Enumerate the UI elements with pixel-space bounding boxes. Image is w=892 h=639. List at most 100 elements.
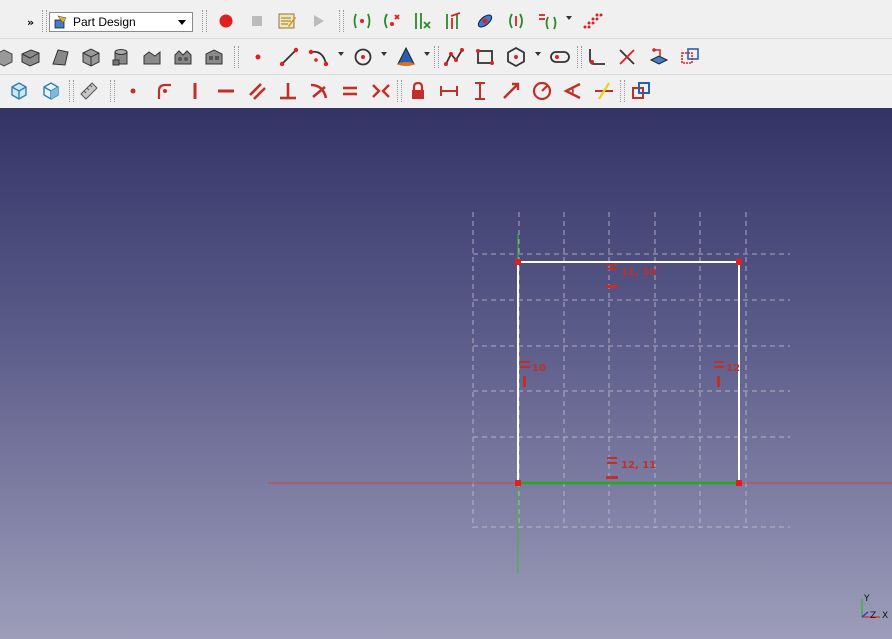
sketcher-trim-button[interactable] — [614, 44, 640, 70]
sketcher-fillet-button[interactable] — [584, 44, 610, 70]
workbench-selected-label: Part Design — [73, 15, 136, 29]
sketcher-polyline-button[interactable] — [441, 44, 467, 70]
sketcher-external-button[interactable] — [646, 44, 672, 70]
axis-cross: Y Z X — [861, 594, 888, 621]
toolbar-separator — [397, 80, 402, 102]
constrain-equal-button[interactable] — [337, 78, 363, 104]
constrain-horizontal-button[interactable] — [213, 78, 239, 104]
line-icon — [279, 47, 299, 67]
axis-label-z: Z — [870, 611, 876, 621]
sketcher-slot-button[interactable] — [547, 44, 573, 70]
notepad-icon — [278, 13, 296, 29]
constrain-horizontal-distance-button[interactable] — [436, 78, 462, 104]
part-loft-button[interactable] — [170, 44, 196, 70]
part-sweep-button[interactable] — [201, 44, 227, 70]
external-geometry-icon — [649, 48, 669, 65]
validate-icon — [446, 12, 461, 29]
sketcher-carbon-copy-button[interactable] — [677, 44, 703, 70]
view-isometric-button[interactable] — [6, 78, 32, 104]
sketcher-rectangle-button[interactable] — [472, 44, 498, 70]
constrain-angle-button[interactable] — [560, 78, 586, 104]
pad-icon — [21, 49, 40, 67]
constrain-snell-button[interactable] — [591, 78, 617, 104]
sketcher-validate-button[interactable] — [440, 8, 466, 34]
lock-icon — [412, 81, 424, 99]
macro-stop-button[interactable] — [244, 8, 270, 34]
constrain-distance-button[interactable] — [498, 78, 524, 104]
sketcher-conic-button[interactable] — [393, 44, 419, 70]
sketch-vertex[interactable] — [736, 259, 742, 265]
box-icon — [82, 48, 100, 67]
constrain-radius-button[interactable] — [529, 78, 555, 104]
part-revolve-button[interactable] — [139, 44, 165, 70]
sketcher-arc-button[interactable] — [306, 44, 332, 70]
constrain-perpendicular-button[interactable] — [275, 78, 301, 104]
equal-icon — [343, 86, 357, 96]
macro-execute-button[interactable] — [305, 8, 331, 34]
vertical-icon — [193, 83, 197, 99]
toolbar-row-constraints — [0, 74, 892, 108]
sketcher-circle-button[interactable] — [350, 44, 376, 70]
3d-viewport[interactable]: 11, 10 10 12 12, 11 Y Z X — [0, 108, 892, 639]
chevron-down-icon[interactable] — [424, 52, 430, 56]
hexagon-icon — [507, 46, 525, 68]
constraint-label-top: 11, 10 — [621, 267, 656, 278]
toggle-driving-button[interactable] — [628, 78, 654, 104]
part-box-button[interactable] — [78, 44, 104, 70]
sketcher-copy-button[interactable] — [534, 8, 560, 34]
toolbar-overflow-button[interactable]: » — [27, 16, 34, 29]
constrain-tangent-button[interactable] — [306, 78, 332, 104]
sketch-vertex[interactable] — [515, 480, 521, 486]
chevron-down-icon[interactable] — [535, 52, 541, 56]
sketch-canvas[interactable]: 11, 10 10 12 12, 11 Y Z X — [0, 108, 892, 639]
sketcher-mirror-button[interactable] — [472, 8, 498, 34]
sketcher-redundant-button[interactable] — [409, 8, 435, 34]
point-on-object-icon — [157, 83, 171, 99]
macro-edit-button[interactable] — [274, 8, 300, 34]
part-cylinder-button[interactable] — [108, 44, 134, 70]
cube-wireframe-icon — [11, 82, 27, 100]
chevron-down-icon[interactable] — [566, 16, 572, 20]
horizontal-distance-icon — [440, 86, 458, 96]
toolbar-area: » Part Design — [0, 0, 892, 108]
sketcher-view-sketch-button[interactable] — [379, 8, 405, 34]
conflict-icon — [384, 13, 400, 29]
distance-icon — [503, 82, 520, 99]
sketch-vertex[interactable] — [736, 480, 742, 486]
part-pad-button[interactable] — [17, 44, 43, 70]
measure-button[interactable] — [76, 78, 102, 104]
macro-record-button[interactable] — [213, 8, 239, 34]
view-front-button[interactable] — [38, 78, 64, 104]
sketcher-point-button[interactable] — [245, 44, 271, 70]
constraint-left[interactable]: 10 — [520, 361, 546, 387]
sketcher-leave-button[interactable] — [349, 8, 375, 34]
perpendicular-icon — [280, 83, 296, 100]
sketcher-array-button[interactable] — [579, 8, 605, 34]
constraint-right[interactable]: 12 — [714, 361, 740, 387]
chevron-down-icon[interactable] — [338, 52, 344, 56]
constrain-coincident-button[interactable] — [120, 78, 146, 104]
constrain-vertical-distance-button[interactable] — [467, 78, 493, 104]
part-shape-button[interactable] — [0, 44, 16, 70]
sketcher-line-button[interactable] — [276, 44, 302, 70]
constrain-parallel-button[interactable] — [244, 78, 270, 104]
constraint-bottom[interactable]: 12, 11 — [606, 457, 656, 479]
constrain-lock-button[interactable] — [405, 78, 431, 104]
constrain-point-on-object-button[interactable] — [151, 78, 177, 104]
sketcher-polygon-button[interactable] — [503, 44, 529, 70]
constrain-vertical-button[interactable] — [182, 78, 208, 104]
sketch-vertices — [515, 259, 742, 486]
sketch-vertex[interactable] — [515, 259, 521, 265]
chevron-down-icon[interactable] — [381, 52, 387, 56]
redundant-icon — [415, 13, 431, 29]
toolbar-separator — [339, 10, 344, 32]
toolbar-separator — [69, 80, 74, 102]
sketcher-clone-button[interactable] — [503, 8, 529, 34]
cylinder-icon — [112, 49, 128, 66]
constrain-symmetric-button[interactable] — [368, 78, 394, 104]
workbench-selector[interactable]: Part Design — [49, 12, 193, 32]
part-wedge-button[interactable] — [47, 44, 73, 70]
stop-icon — [252, 16, 262, 26]
constraint-top[interactable]: 11, 10 — [606, 264, 656, 288]
slot-icon — [550, 51, 570, 63]
